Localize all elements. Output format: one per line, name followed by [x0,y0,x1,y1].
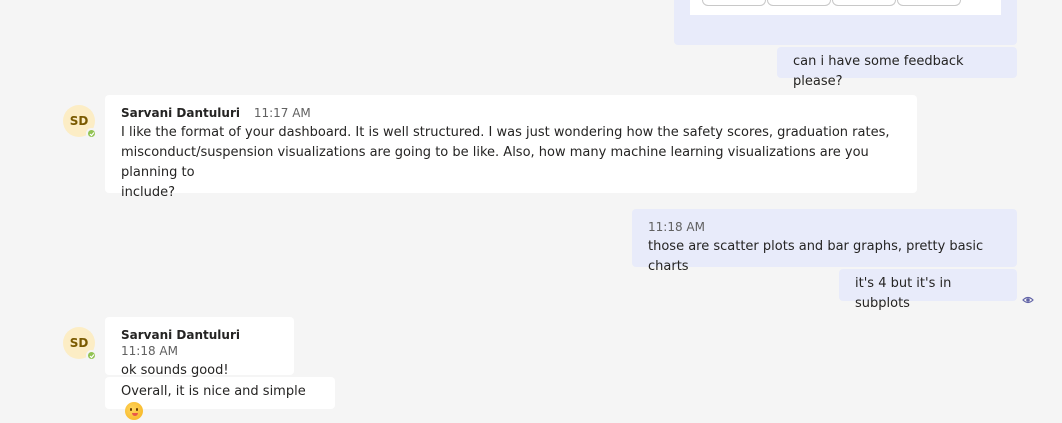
message-text-line: misconduct/suspension visualizations are… [121,145,869,180]
message-text: it's 4 but it's in subplots [855,276,952,311]
available-check-icon [86,350,97,361]
message-header: Sarvani Dantuluri 11:18 AM [121,327,278,359]
message-timestamp: 11:18 AM [121,344,178,358]
sender-name: Sarvani Dantuluri [121,106,240,120]
available-check-icon [86,128,97,139]
my-message-bubble[interactable]: 11:18 AM those are scatter plots and bar… [632,209,1017,274]
image-tile [702,0,766,6]
image-tile [767,0,831,6]
image-tile [897,0,961,6]
message-text-line: include? [121,185,175,200]
my-message-bubble[interactable]: it's 4 but it's in subplots [839,269,1017,311]
image-message-bubble[interactable] [674,0,1017,45]
message-text: Overall, it is nice and simple [121,384,306,399]
seen-eye-icon[interactable] [1022,290,1034,309]
sender-name: Sarvani Dantuluri [121,328,240,342]
my-message-bubble[interactable]: can i have some feedback please? [777,47,1017,89]
sender-avatar[interactable]: SD [63,105,97,139]
message-timestamp: 11:18 AM [648,220,705,234]
message-header: Sarvani Dantuluri 11:17 AM [121,105,901,121]
smiling-emoji-icon [125,402,143,420]
other-message-bubble[interactable]: Sarvani Dantuluri 11:17 AM I like the fo… [105,95,917,200]
message-text: can i have some feedback please? [793,54,964,89]
attachment-image[interactable] [690,0,1001,15]
other-message-bubble[interactable]: Sarvani Dantuluri 11:18 AM ok sounds goo… [105,317,294,378]
image-tile [832,0,896,6]
message-text-row: Overall, it is nice and simple [121,382,319,423]
message-timestamp: 11:17 AM [253,106,311,120]
sender-avatar[interactable]: SD [63,327,97,361]
other-message-bubble[interactable]: Overall, it is nice and simple [105,377,335,420]
message-text-line: I like the format of your dashboard. It … [121,125,890,140]
